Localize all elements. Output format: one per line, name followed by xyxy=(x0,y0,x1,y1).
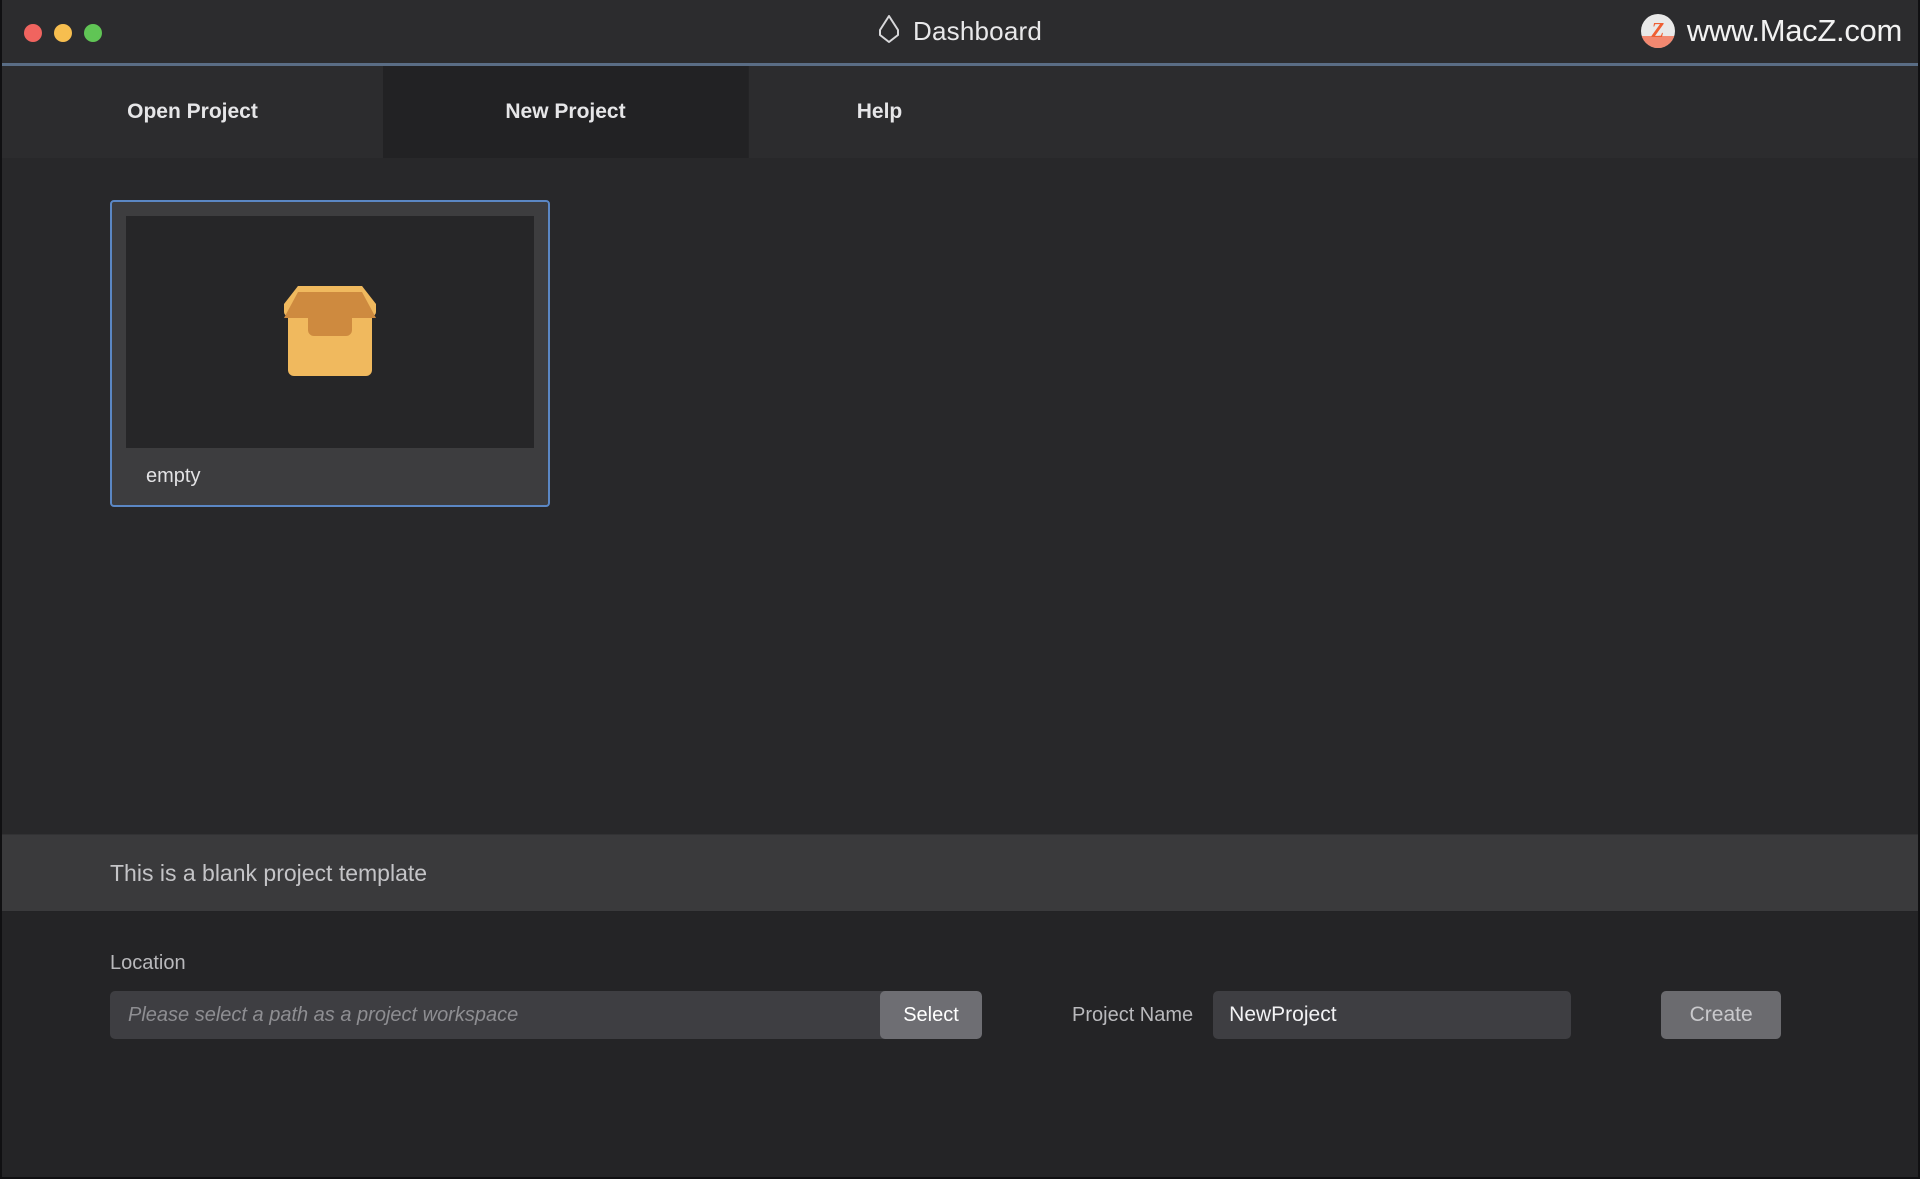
form-row: Select Project Name Create xyxy=(110,991,1918,1039)
watermark-text: www.MacZ.com xyxy=(1686,13,1902,48)
tab-bar: Open Project New Project Help xyxy=(2,66,1918,158)
tab-help-label: Help xyxy=(856,100,903,123)
tab-open-project[interactable]: Open Project xyxy=(2,66,383,158)
tab-help[interactable]: Help xyxy=(748,66,1010,158)
open-box-icon xyxy=(254,274,406,391)
template-preview xyxy=(126,216,534,448)
macz-logo-letter: Z xyxy=(1651,17,1665,42)
macz-logo-icon: Z xyxy=(1640,14,1675,48)
project-name-label: Project Name xyxy=(1072,1003,1194,1026)
zoom-window-button[interactable] xyxy=(84,24,102,42)
project-name-input[interactable] xyxy=(1213,991,1572,1039)
page-title: Dashboard xyxy=(913,16,1042,46)
app-window: Dashboard Z www.MacZ.com Open Project Ne… xyxy=(0,0,1920,1179)
location-path-input[interactable] xyxy=(110,991,880,1039)
template-description: This is a blank project template xyxy=(2,834,1918,912)
watermark: Z www.MacZ.com xyxy=(1640,6,1902,56)
close-window-button[interactable] xyxy=(24,24,42,42)
minimize-window-button[interactable] xyxy=(54,24,72,42)
location-label: Location xyxy=(110,952,186,974)
title-bar: Dashboard Z www.MacZ.com xyxy=(2,0,1918,66)
tab-new-project[interactable]: New Project xyxy=(383,66,748,158)
template-card-empty[interactable]: empty xyxy=(110,200,550,507)
water-drop-icon xyxy=(878,14,900,49)
tab-open-project-label: Open Project xyxy=(127,100,258,123)
template-gallery: empty xyxy=(2,158,1918,834)
tab-new-project-label: New Project xyxy=(505,100,626,123)
new-project-form: Location Select Project Name Create xyxy=(2,912,1918,1177)
location-field-group: Select xyxy=(110,991,982,1039)
tab-bar-filler xyxy=(1010,66,1918,158)
select-path-button[interactable]: Select xyxy=(880,991,982,1039)
window-title-group: Dashboard xyxy=(2,0,1918,63)
create-project-button[interactable]: Create xyxy=(1661,991,1782,1039)
template-card-label: empty xyxy=(146,465,201,487)
window-controls xyxy=(24,24,102,42)
